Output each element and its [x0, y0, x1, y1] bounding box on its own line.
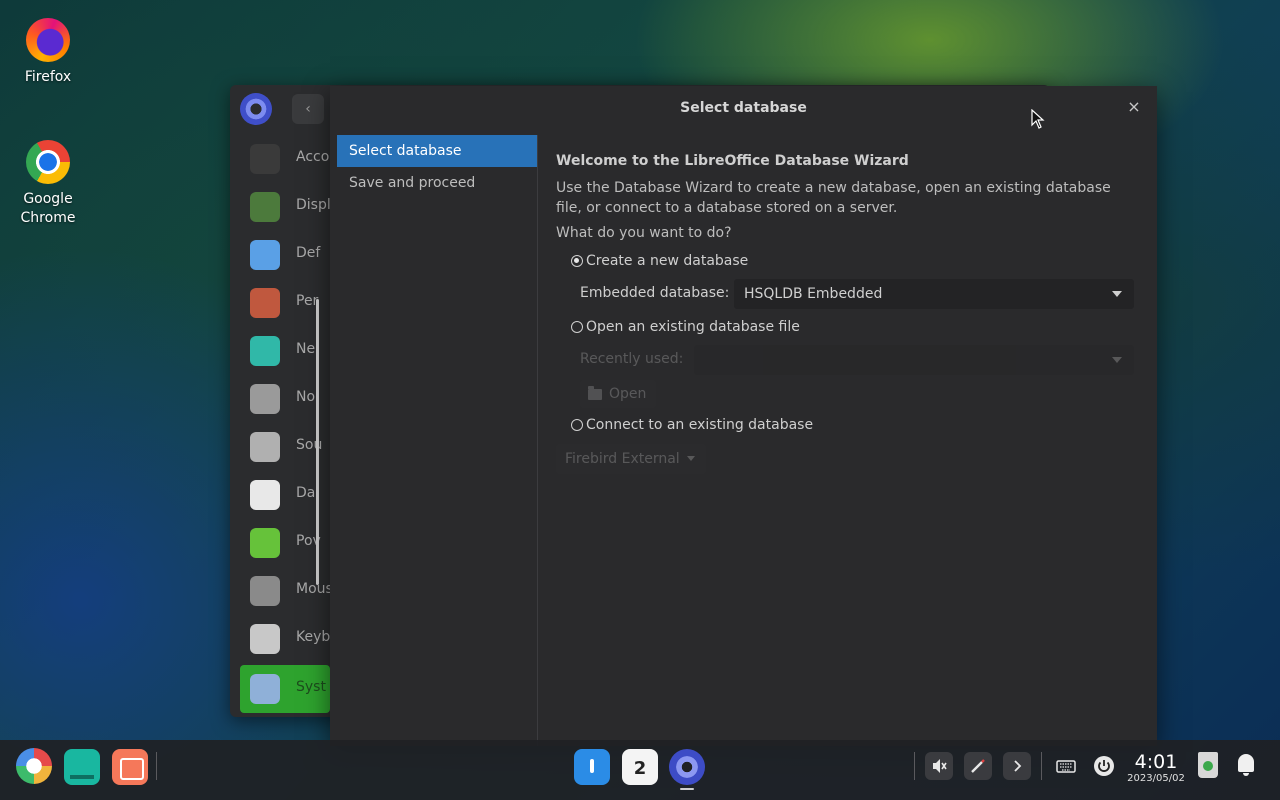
wizard-description: Use the Database Wizard to create a new …: [556, 180, 1111, 216]
wizard-heading: Welcome to the LibreOffice Database Wiza…: [556, 153, 909, 169]
control-center-icon[interactable]: [669, 749, 705, 785]
display-icon: [250, 192, 280, 222]
option-connect-database[interactable]: Connect to an existing database: [571, 415, 813, 435]
sidebar-item-system-info[interactable]: Syst: [240, 665, 330, 713]
desktop-icon-chrome[interactable]: Google Chrome: [3, 140, 93, 228]
calendar-icon[interactable]: 2: [622, 749, 658, 785]
close-icon[interactable]: ×: [1125, 98, 1143, 116]
recently-used-label: Recently used:: [580, 351, 684, 367]
sidebar-item-label: Displ: [296, 197, 331, 213]
power-icon[interactable]: [1090, 752, 1118, 780]
workspace-icon[interactable]: [112, 749, 148, 785]
clock-date[interactable]: 2023/05/02: [1126, 773, 1186, 785]
taskbar-divider: [156, 752, 157, 780]
trash-icon[interactable]: [1198, 752, 1218, 778]
taskbar-divider: [914, 752, 915, 780]
step-select-database[interactable]: Select database: [337, 135, 537, 167]
keyboard-icon: [250, 624, 280, 654]
radio-connect[interactable]: [571, 419, 583, 431]
desktop-icon-label: Google Chrome: [20, 191, 76, 226]
sidebar-item-label: Per: [296, 293, 319, 309]
chrome-icon: [26, 140, 70, 184]
option-open-label: Open an existing database file: [586, 319, 800, 335]
recently-used-select[interactable]: [694, 345, 1134, 375]
sidebar-item-keyboard[interactable]: Keyb: [240, 615, 330, 663]
mouse-cursor-icon: [1031, 109, 1045, 129]
taskbar-divider: [1041, 752, 1042, 780]
keyboard-icon[interactable]: [1052, 752, 1080, 780]
sound-icon: [250, 432, 280, 462]
chevron-right-icon[interactable]: [1003, 752, 1031, 780]
firefox-icon: [26, 18, 70, 62]
sidebar-item-display[interactable]: Displ: [240, 183, 331, 231]
sidebar-item-label: Mous: [296, 581, 333, 597]
open-button[interactable]: Open: [580, 380, 656, 408]
clock-icon: [250, 480, 280, 510]
launcher-icon[interactable]: [16, 748, 52, 784]
embedded-database-label: Embedded database:: [580, 285, 730, 301]
notification-bell-icon[interactable]: [1238, 754, 1254, 776]
sidebar-item-label: Ne: [296, 341, 316, 357]
connect-database-type-value: Firebird External: [565, 451, 680, 467]
divider: [537, 135, 538, 746]
taskbar: 2 4:01 2023/05/02: [0, 740, 1280, 800]
account-icon: [250, 144, 280, 174]
chevron-down-icon: [687, 456, 695, 461]
embedded-database-select[interactable]: HSQLDB Embedded: [734, 279, 1134, 309]
running-indicator: [680, 788, 694, 790]
sidebar-item-default-apps[interactable]: Def: [240, 231, 330, 279]
wizard-question: What do you want to do?: [556, 225, 732, 241]
sidebar-item-label: Def: [296, 245, 321, 261]
open-button-label: Open: [609, 386, 647, 402]
step-save-and-proceed[interactable]: Save and proceed: [337, 167, 537, 199]
system-info-icon: [250, 674, 280, 704]
default-apps-icon: [250, 240, 280, 270]
multitasking-view-icon[interactable]: [64, 749, 100, 785]
desktop-icon-firefox[interactable]: Firefox: [3, 18, 93, 87]
folder-icon: [588, 386, 602, 400]
sidebar-item-label: No: [296, 389, 316, 405]
notification-icon: [250, 384, 280, 414]
file-manager-icon[interactable]: [574, 749, 610, 785]
option-open-database[interactable]: Open an existing database file: [571, 317, 800, 337]
database-wizard-dialog: Select database × Select database Save a…: [330, 86, 1157, 746]
radio-create[interactable]: [571, 255, 583, 267]
sidebar-item-accounts[interactable]: Accou: [240, 135, 338, 183]
stylus-icon[interactable]: [964, 752, 992, 780]
volume-muted-icon[interactable]: [925, 752, 953, 780]
connect-database-type-select[interactable]: Firebird External: [556, 444, 706, 474]
option-connect-label: Connect to an existing database: [586, 417, 814, 433]
network-icon: [250, 336, 280, 366]
desktop-icon-label: Firefox: [24, 69, 72, 85]
chevron-down-icon: [1112, 357, 1122, 363]
settings-gear-icon: [240, 93, 272, 125]
option-create-database[interactable]: Create a new database: [571, 251, 748, 271]
mouse-icon: [250, 576, 280, 606]
wizard-steps: Select database Save and proceed: [337, 135, 537, 199]
clock-time[interactable]: 4:01: [1128, 751, 1184, 773]
power-icon: [250, 528, 280, 558]
radio-open[interactable]: [571, 321, 583, 333]
sidebar-item-label: Da: [296, 485, 316, 501]
sidebar-scrollbar[interactable]: [316, 299, 319, 585]
personalization-icon: [250, 288, 280, 318]
sidebar-item-label: Syst: [296, 679, 326, 695]
back-button[interactable]: ‹: [292, 94, 324, 124]
embedded-database-value: HSQLDB Embedded: [744, 286, 883, 302]
chevron-down-icon: [1112, 291, 1122, 297]
sidebar-item-label: Keyb: [296, 629, 331, 645]
option-create-label: Create a new database: [586, 253, 749, 269]
